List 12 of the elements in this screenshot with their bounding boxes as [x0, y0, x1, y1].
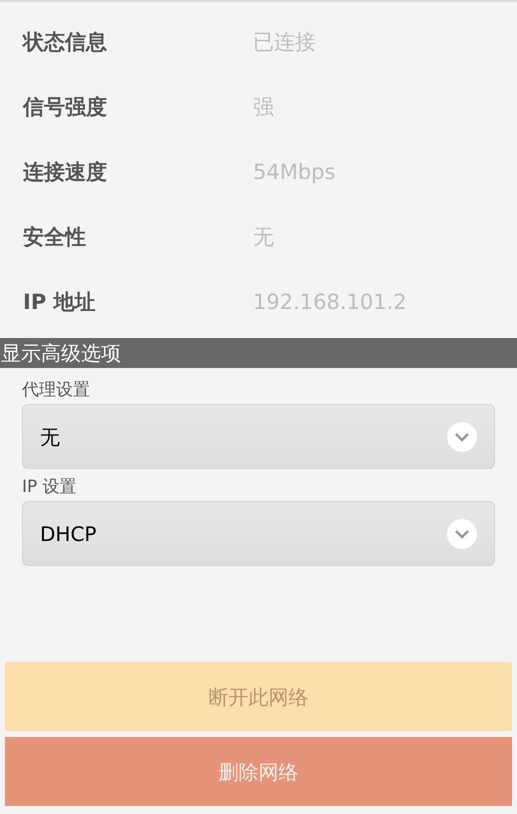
section-header: 显示高级选项: [0, 338, 517, 368]
chevron-down-icon: [447, 422, 477, 452]
info-label: 状态信息: [23, 28, 108, 56]
info-label: 连接速度: [23, 158, 108, 186]
info-label: 信号强度: [23, 94, 108, 121]
chevron-down-icon: [447, 518, 477, 548]
info-label: IP 地址: [23, 288, 97, 316]
dropdown[interactable]: 无: [22, 404, 495, 469]
dropdown[interactable]: DHCP: [22, 501, 495, 566]
setting-label: 代理设置: [22, 379, 91, 402]
info-label: 安全性: [23, 224, 87, 251]
setting-label: IP 设置: [22, 476, 78, 499]
